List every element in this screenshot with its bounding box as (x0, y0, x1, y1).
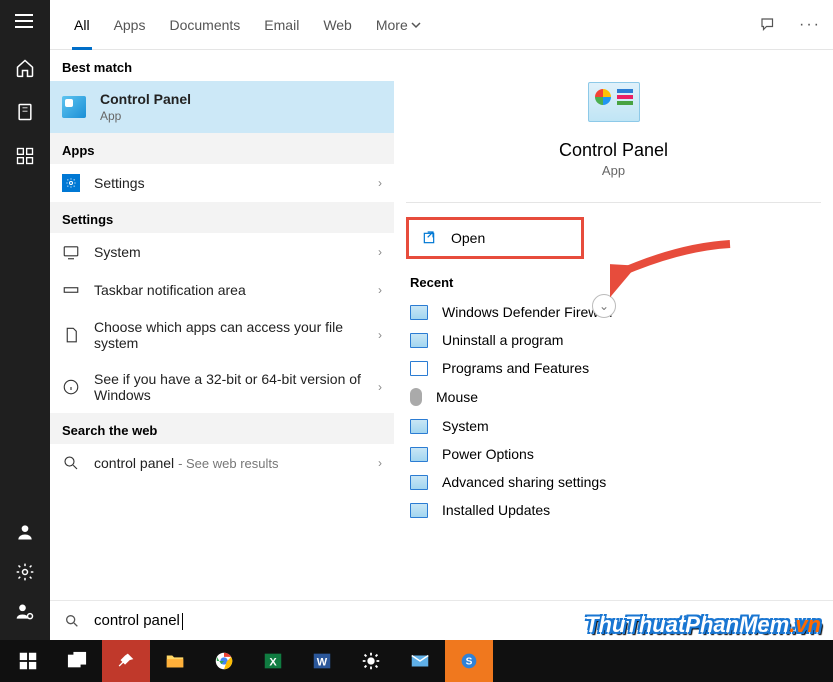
recent-item[interactable]: Power Options (406, 440, 821, 468)
taskbar: X W S (0, 640, 833, 682)
panel-icon (410, 447, 428, 462)
snip-icon[interactable]: S (445, 640, 493, 682)
result-windows-bit[interactable]: See if you have a 32-bit or 64-bit versi… (50, 361, 394, 413)
section-settings: Settings (50, 202, 394, 233)
panel-icon (410, 419, 428, 434)
start-button[interactable] (4, 640, 52, 682)
hero-subtitle: App (602, 163, 625, 178)
open-button[interactable]: Open (406, 217, 584, 259)
overflow-icon[interactable]: ··· (799, 16, 821, 34)
chrome-icon[interactable] (200, 640, 248, 682)
left-rail (0, 0, 50, 640)
section-search-web: Search the web (50, 413, 394, 444)
document-icon (62, 326, 80, 344)
section-best-match: Best match (50, 50, 394, 81)
search-query: control panel (94, 612, 180, 629)
panel-icon (410, 503, 428, 518)
mouse-icon (410, 388, 422, 406)
result-app-access[interactable]: Choose which apps can access your file s… (50, 309, 394, 361)
svg-text:W: W (317, 657, 328, 669)
preview-pane: Control Panel App Open Recent Windows De… (394, 50, 833, 600)
hero-title: Control Panel (559, 140, 668, 161)
account-icon[interactable] (15, 602, 35, 622)
watermark: ThuThuatPhanMem.vn (585, 612, 821, 638)
recent-item[interactable]: Mouse (406, 382, 821, 412)
home-icon[interactable] (15, 58, 35, 78)
user-icon[interactable] (15, 522, 35, 542)
info-icon (62, 378, 80, 396)
recent-item[interactable]: Advanced sharing settings (406, 468, 821, 496)
result-web-search[interactable]: control panel - See web results › (50, 444, 394, 482)
panel-icon (410, 475, 428, 490)
tab-web[interactable]: Web (311, 0, 364, 50)
notebook-icon[interactable] (15, 102, 35, 122)
tab-all[interactable]: All (62, 0, 102, 50)
result-control-panel[interactable]: Control Panel App (50, 81, 394, 133)
recent-item[interactable]: Uninstall a program (406, 326, 821, 354)
task-view-icon[interactable] (53, 640, 101, 682)
chevron-right-icon: › (378, 176, 382, 190)
filter-tabs: All Apps Documents Email Web More ··· (50, 0, 833, 50)
hamburger-icon[interactable] (15, 14, 35, 34)
settings-gear-icon[interactable] (15, 562, 35, 582)
recent-item[interactable]: Installed Updates (406, 496, 821, 524)
results-list: Best match Control Panel App Apps Settin… (50, 50, 394, 600)
recent-item[interactable]: Programs and Features (406, 354, 821, 382)
excel-icon[interactable]: X (249, 640, 297, 682)
tab-more[interactable]: More (364, 0, 433, 50)
tab-email[interactable]: Email (252, 0, 311, 50)
display-icon (62, 243, 80, 261)
panel-icon (410, 305, 428, 320)
search-icon (62, 454, 80, 472)
settings-taskbar-icon[interactable] (347, 640, 395, 682)
panel-icon (410, 333, 428, 348)
result-taskbar-notification[interactable]: Taskbar notification area › (50, 271, 394, 309)
tab-documents[interactable]: Documents (157, 0, 252, 50)
recent-item[interactable]: System (406, 412, 821, 440)
taskbar-icon (62, 281, 80, 299)
file-explorer-icon[interactable] (151, 640, 199, 682)
recent-header: Recent (406, 265, 821, 298)
search-icon (64, 613, 80, 629)
word-icon[interactable]: W (298, 640, 346, 682)
svg-text:S: S (466, 657, 473, 668)
feedback-icon[interactable] (759, 16, 777, 34)
control-panel-hero-icon (588, 82, 640, 122)
result-settings[interactable]: Settings › (50, 164, 394, 202)
mail-icon[interactable] (396, 640, 444, 682)
result-system[interactable]: System › (50, 233, 394, 271)
svg-text:X: X (269, 657, 277, 669)
programs-icon (410, 361, 428, 376)
settings-app-icon (62, 174, 80, 192)
apps-icon[interactable] (15, 146, 35, 166)
tab-apps[interactable]: Apps (102, 0, 158, 50)
section-apps: Apps (50, 133, 394, 164)
pinned-app-icon[interactable] (102, 640, 150, 682)
expand-down-icon[interactable]: ⌄ (592, 294, 616, 318)
control-panel-icon (62, 96, 86, 118)
